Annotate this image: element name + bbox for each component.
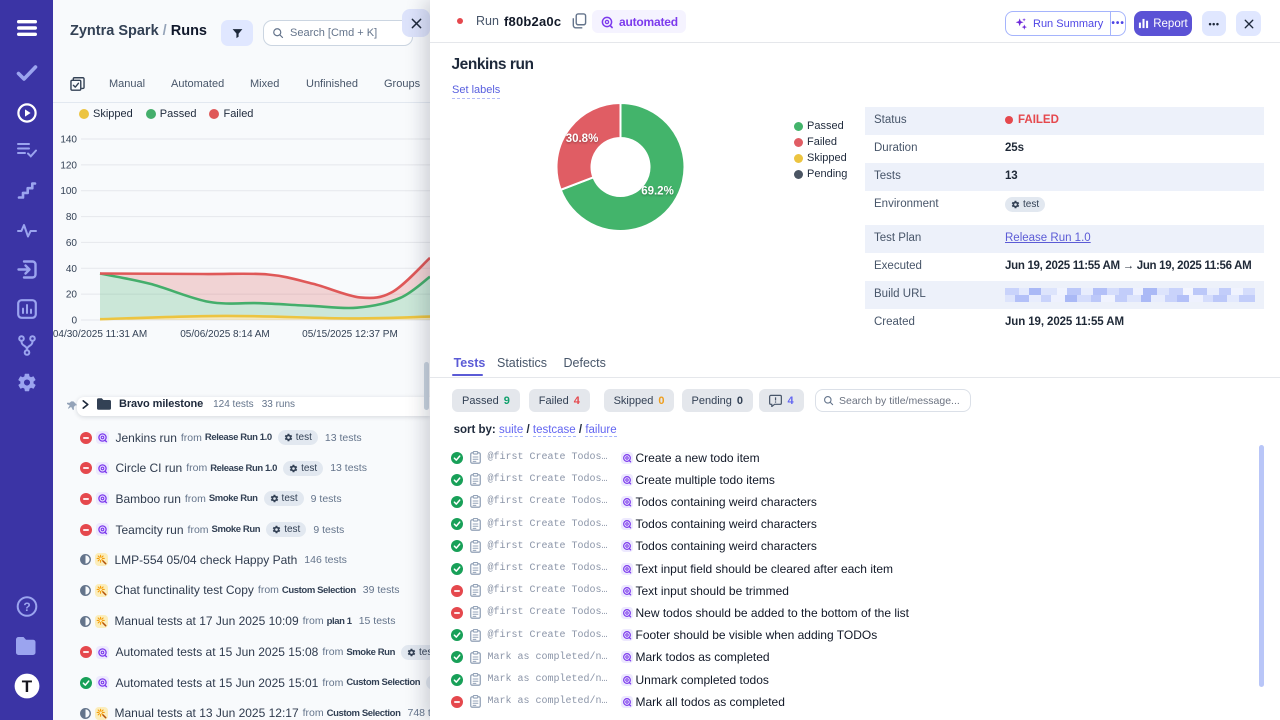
svg-text:T: T xyxy=(21,677,32,696)
svg-text:40: 40 xyxy=(66,264,78,275)
svg-text:05/06/2025 8:14 AM: 05/06/2025 8:14 AM xyxy=(180,329,270,340)
svg-text:?: ? xyxy=(23,600,30,614)
svg-text:120: 120 xyxy=(60,160,77,171)
svg-text:30.8%: 30.8% xyxy=(566,133,599,145)
svg-text:0: 0 xyxy=(71,316,77,327)
svg-text:69.2%: 69.2% xyxy=(641,186,674,198)
svg-text:60: 60 xyxy=(66,238,78,249)
svg-text:04/30/2025 11:31 AM: 04/30/2025 11:31 AM xyxy=(53,329,147,340)
svg-text:05/15/2025 12:37 PM: 05/15/2025 12:37 PM xyxy=(302,329,398,340)
svg-text:100: 100 xyxy=(60,186,77,197)
svg-text:140: 140 xyxy=(60,135,77,146)
svg-text:80: 80 xyxy=(66,212,78,223)
svg-text:20: 20 xyxy=(66,290,78,301)
